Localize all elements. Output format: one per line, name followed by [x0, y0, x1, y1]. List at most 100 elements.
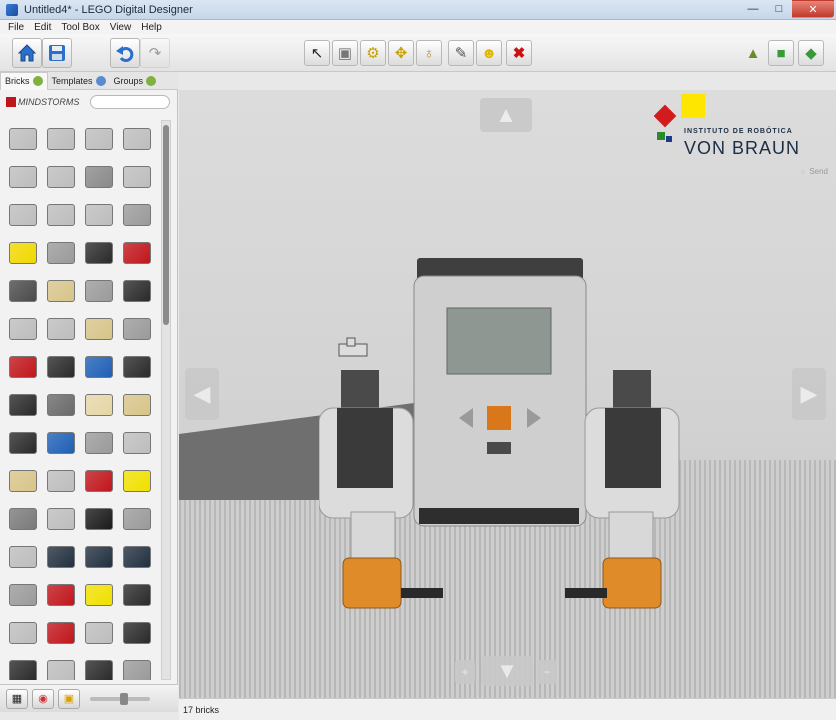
- palette-brick-item[interactable]: [42, 424, 80, 462]
- palette-brick-item[interactable]: [4, 386, 42, 424]
- palette-scrollbar[interactable]: [161, 120, 171, 680]
- zoom-out-button[interactable]: −: [537, 660, 557, 684]
- palette-brick-item[interactable]: [118, 652, 156, 680]
- palette-brick-item[interactable]: [118, 538, 156, 576]
- palette-brick-item[interactable]: [4, 576, 42, 614]
- palette-brick-item[interactable]: [42, 158, 80, 196]
- palette-brick-item[interactable]: [118, 500, 156, 538]
- palette-brick-item[interactable]: [80, 234, 118, 272]
- palette-brick-item[interactable]: [4, 424, 42, 462]
- mindstorms-logo[interactable]: MINDSTORMS: [6, 97, 86, 107]
- palette-brick-item[interactable]: [42, 234, 80, 272]
- palette-brick-item[interactable]: [80, 614, 118, 652]
- palette-brick-item[interactable]: [80, 120, 118, 158]
- menu-help[interactable]: Help: [141, 22, 162, 33]
- palette-brick-item[interactable]: [42, 196, 80, 234]
- palette-brick-item[interactable]: [42, 576, 80, 614]
- palette-brick-item[interactable]: [118, 614, 156, 652]
- palette-brick-item[interactable]: [80, 158, 118, 196]
- palette-brick-item[interactable]: [118, 348, 156, 386]
- nxt-back-button[interactable]: [487, 442, 511, 454]
- palette-brick-item[interactable]: [80, 310, 118, 348]
- palette-brick-item[interactable]: [118, 462, 156, 500]
- menu-view[interactable]: View: [110, 22, 132, 33]
- model-filter-button[interactable]: ▣: [58, 688, 80, 709]
- palette-brick-item[interactable]: [42, 500, 80, 538]
- menu-edit[interactable]: Edit: [34, 22, 51, 33]
- palette-view-button[interactable]: ▦: [6, 688, 28, 709]
- palette-brick-item[interactable]: [118, 120, 156, 158]
- paint-tool-button[interactable]: ✎: [448, 40, 474, 66]
- zoom-in-button[interactable]: +: [455, 660, 475, 684]
- palette-brick-item[interactable]: [4, 462, 42, 500]
- palette-brick-item[interactable]: [80, 538, 118, 576]
- palette-brick-item[interactable]: [118, 272, 156, 310]
- save-button[interactable]: [42, 38, 72, 68]
- palette-brick-item[interactable]: [42, 652, 80, 680]
- palette-brick-item[interactable]: [80, 272, 118, 310]
- palette-brick-item[interactable]: [42, 386, 80, 424]
- palette-brick-item[interactable]: [80, 196, 118, 234]
- tab-groups[interactable]: Groups: [110, 72, 161, 90]
- send-button[interactable]: ◌ Send: [764, 164, 828, 178]
- nxt-robot-model[interactable]: [319, 258, 689, 628]
- palette-brick-item[interactable]: [118, 576, 156, 614]
- palette-brick-item[interactable]: [4, 310, 42, 348]
- hinge-align-tool-button[interactable]: ✥: [388, 40, 414, 66]
- palette-brick-item[interactable]: [4, 120, 42, 158]
- select-tool-button[interactable]: ↖: [304, 40, 330, 66]
- palette-brick-item[interactable]: [42, 120, 80, 158]
- palette-brick-item[interactable]: [42, 348, 80, 386]
- palette-brick-item[interactable]: [80, 500, 118, 538]
- palette-brick-item[interactable]: [42, 538, 80, 576]
- palette-brick-item[interactable]: [80, 424, 118, 462]
- palette-brick-item[interactable]: [4, 614, 42, 652]
- palette-brick-item[interactable]: [80, 348, 118, 386]
- palette-brick-item[interactable]: [80, 652, 118, 680]
- undo-button[interactable]: [110, 38, 140, 68]
- palette-brick-item[interactable]: [42, 614, 80, 652]
- view-mode-button[interactable]: ■: [768, 40, 794, 66]
- nxt-brick[interactable]: [413, 258, 587, 527]
- decorate-tool-button[interactable]: ☻: [476, 40, 502, 66]
- tab-templates[interactable]: Templates: [48, 72, 110, 90]
- zoom-slider-knob[interactable]: [120, 692, 128, 705]
- close-button[interactable]: ✕: [792, 0, 834, 18]
- palette-brick-item[interactable]: [4, 234, 42, 272]
- palette-brick-item[interactable]: [4, 652, 42, 680]
- tab-bricks[interactable]: Bricks: [0, 71, 48, 90]
- palette-brick-item[interactable]: [118, 196, 156, 234]
- palette-brick-item[interactable]: [118, 386, 156, 424]
- palette-brick-item[interactable]: [42, 310, 80, 348]
- home-button[interactable]: [12, 38, 42, 68]
- palette-brick-item[interactable]: [4, 196, 42, 234]
- minimize-button[interactable]: —: [740, 0, 766, 18]
- palette-brick-item[interactable]: [4, 348, 42, 386]
- palette-brick-item[interactable]: [80, 576, 118, 614]
- palette-brick-item[interactable]: [118, 310, 156, 348]
- delete-tool-button[interactable]: ✖: [506, 40, 532, 66]
- palette-brick-item[interactable]: [118, 158, 156, 196]
- building-guide-button[interactable]: ◆: [798, 40, 824, 66]
- camera-rotate-left-button[interactable]: ◀: [185, 368, 219, 420]
- build-mode-button[interactable]: ▲: [740, 40, 766, 66]
- palette-brick-item[interactable]: [4, 500, 42, 538]
- maximize-button[interactable]: □: [766, 0, 792, 18]
- menu-tool-box[interactable]: Tool Box: [61, 22, 99, 33]
- menu-file[interactable]: File: [8, 22, 24, 33]
- palette-brick-item[interactable]: [118, 424, 156, 462]
- palette-brick-item[interactable]: [42, 272, 80, 310]
- nxt-enter-button[interactable]: [487, 406, 511, 430]
- camera-tilt-down-button[interactable]: ▼: [481, 656, 533, 686]
- palette-brick-item[interactable]: [118, 234, 156, 272]
- palette-brick-item[interactable]: [42, 462, 80, 500]
- palette-brick-item[interactable]: [80, 386, 118, 424]
- camera-tilt-up-button[interactable]: ▲: [480, 98, 532, 132]
- palette-zoom-slider[interactable]: [90, 692, 150, 705]
- palette-brick-item[interactable]: [4, 158, 42, 196]
- palette-brick-item[interactable]: [4, 272, 42, 310]
- flex-tool-button[interactable]: ♁: [416, 40, 442, 66]
- 3d-viewport[interactable]: ▲ ◀ ▶ ▼ + − ◌ Send INSTITUTO DE ROBÓTICA …: [179, 90, 836, 698]
- palette-search-input[interactable]: [90, 95, 170, 109]
- scroll-thumb[interactable]: [163, 125, 169, 325]
